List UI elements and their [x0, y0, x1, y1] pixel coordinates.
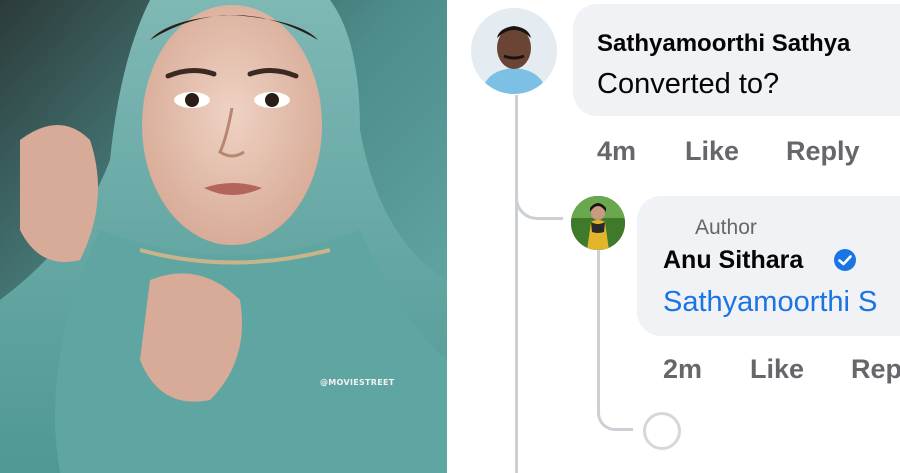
comment-text: Converted to? [597, 68, 780, 100]
comment-thread: Sathyamoorthi Sathya Converted to? 4m Li… [447, 0, 900, 473]
reply-thread-line [597, 248, 600, 408]
verified-badge-icon [834, 249, 856, 271]
author-badge: Author [695, 216, 757, 239]
reply-bubble: Author Anu Sithara Sathyamoorthi S [637, 196, 900, 336]
loading-spinner-icon [643, 412, 681, 450]
mention-link[interactable]: Sathyamoorthi S [663, 286, 877, 319]
reply-button[interactable]: Reply [786, 136, 860, 167]
reply-like-button[interactable]: Like [750, 354, 804, 385]
shared-photo[interactable]: @MOVIESTREET [0, 0, 447, 473]
reply-timestamp[interactable]: 2m [663, 354, 702, 385]
comment-bubble: Sathyamoorthi Sathya Converted to? [573, 4, 900, 116]
woman-avatar-image [571, 196, 625, 250]
reply-avatar[interactable] [571, 196, 625, 250]
man-avatar-image [471, 8, 557, 94]
reply-thread-connector [597, 395, 633, 431]
reply-actions: 2m Like Reply [663, 354, 900, 388]
watermark-text: @MOVIESTREET [320, 378, 395, 387]
comment-actions: 4m Like Reply [597, 136, 897, 170]
reply-author-name[interactable]: Anu Sithara [663, 246, 803, 275]
thread-line [515, 95, 518, 473]
like-button[interactable]: Like [685, 136, 739, 167]
avatar[interactable] [471, 8, 557, 94]
comment-author-name[interactable]: Sathyamoorthi Sathya [597, 30, 850, 58]
comment-timestamp[interactable]: 4m [597, 136, 636, 167]
thread-connector [515, 176, 563, 220]
reply-reply-button[interactable]: Reply [851, 354, 900, 385]
woman-portrait-image [0, 0, 447, 473]
